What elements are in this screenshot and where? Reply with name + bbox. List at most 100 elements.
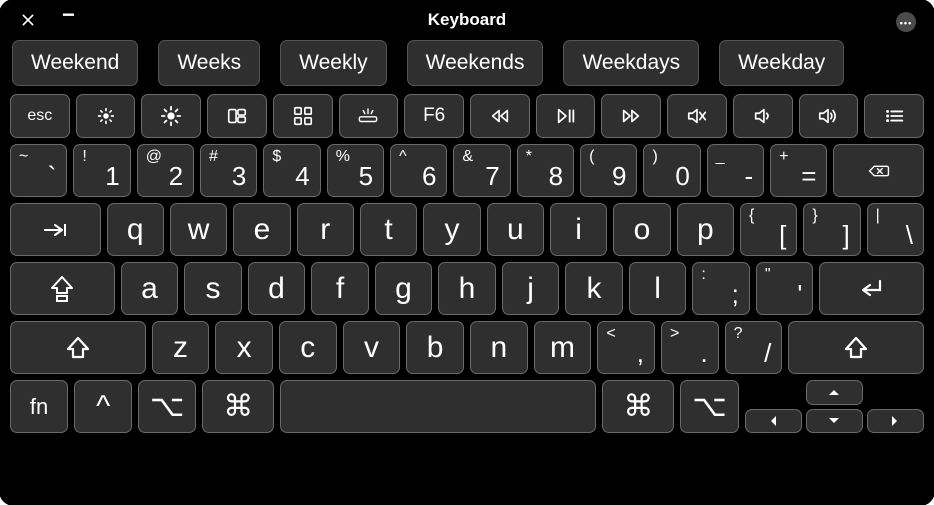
zxcv-row: z x c v b n m <, >. ?/	[10, 321, 924, 374]
shift-icon	[65, 335, 91, 361]
suggestion-item[interactable]: Weekly	[280, 40, 386, 86]
caps-lock-key[interactable]	[10, 262, 115, 315]
qwerty-row: q w e r t y u i o p {[ }] |\	[10, 203, 924, 256]
q-key[interactable]: q	[107, 203, 164, 256]
m-key[interactable]: m	[534, 321, 592, 374]
forward-key[interactable]	[601, 94, 661, 138]
z-key[interactable]: z	[152, 321, 210, 374]
brightness-down-icon	[95, 105, 117, 127]
list-icon	[883, 105, 905, 127]
x-key[interactable]: x	[215, 321, 273, 374]
close-button[interactable]	[20, 12, 36, 28]
f6-key[interactable]: F6	[404, 94, 464, 138]
left-shift-key[interactable]	[10, 321, 146, 374]
left-option-key[interactable]: ⌥	[138, 380, 196, 433]
quote-key[interactable]: "'	[756, 262, 814, 315]
c-key[interactable]: c	[279, 321, 337, 374]
b-key[interactable]: b	[406, 321, 464, 374]
mission-control-key[interactable]	[207, 94, 267, 138]
number-row: ~` !1 @2 #3 $4 %5 ^6 &7 *8 (9 )0 _- +=	[10, 144, 924, 197]
y-key[interactable]: y	[423, 203, 480, 256]
backspace-key[interactable]	[833, 144, 924, 197]
suggestion-item[interactable]: Weekends	[407, 40, 544, 86]
k-key[interactable]: k	[565, 262, 623, 315]
volume-down-key[interactable]	[733, 94, 793, 138]
t-key[interactable]: t	[360, 203, 417, 256]
return-key[interactable]	[819, 262, 924, 315]
9-key[interactable]: (9	[580, 144, 637, 197]
volume-up-key[interactable]	[799, 94, 859, 138]
esc-key[interactable]: esc	[10, 94, 70, 138]
right-shift-key[interactable]	[788, 321, 924, 374]
backslash-key[interactable]: |\	[867, 203, 924, 256]
p-key[interactable]: p	[677, 203, 734, 256]
spacebar-key[interactable]	[280, 380, 596, 433]
semicolon-key[interactable]: :;	[692, 262, 750, 315]
4-key[interactable]: $4	[263, 144, 320, 197]
suggestion-item[interactable]: Weeks	[158, 40, 260, 86]
j-key[interactable]: j	[502, 262, 560, 315]
play-pause-key[interactable]	[536, 94, 596, 138]
r-key[interactable]: r	[297, 203, 354, 256]
right-command-key[interactable]: ⌘	[602, 380, 674, 433]
left-command-key[interactable]: ⌘	[202, 380, 274, 433]
launchpad-icon	[292, 105, 314, 127]
1-key[interactable]: !1	[73, 144, 130, 197]
3-key[interactable]: #3	[200, 144, 257, 197]
6-key[interactable]: ^6	[390, 144, 447, 197]
suggestion-item[interactable]: Weekdays	[563, 40, 699, 86]
mute-key[interactable]	[667, 94, 727, 138]
period-key[interactable]: >.	[661, 321, 719, 374]
right-option-key[interactable]: ⌥	[680, 380, 738, 433]
list-key[interactable]	[864, 94, 924, 138]
arrow-down-key[interactable]	[806, 409, 863, 434]
0-key[interactable]: )0	[643, 144, 700, 197]
f-key[interactable]: f	[311, 262, 369, 315]
o-key[interactable]: o	[613, 203, 670, 256]
brightness-down-key[interactable]	[76, 94, 136, 138]
tilde-key[interactable]: ~`	[10, 144, 67, 197]
h-key[interactable]: h	[438, 262, 496, 315]
window-title: Keyboard	[428, 10, 506, 30]
minimize-button[interactable]: −	[62, 10, 80, 28]
d-key[interactable]: d	[248, 262, 306, 315]
n-key[interactable]: n	[470, 321, 528, 374]
e-key[interactable]: e	[233, 203, 290, 256]
l-key[interactable]: l	[629, 262, 687, 315]
5-key[interactable]: %5	[327, 144, 384, 197]
v-key[interactable]: v	[343, 321, 401, 374]
left-bracket-key[interactable]: {[	[740, 203, 797, 256]
g-key[interactable]: g	[375, 262, 433, 315]
arrow-left-key[interactable]	[745, 409, 802, 434]
slash-key[interactable]: ?/	[725, 321, 783, 374]
fn-key[interactable]: fn	[10, 380, 68, 433]
more-button[interactable]	[896, 12, 916, 32]
a-key[interactable]: a	[121, 262, 179, 315]
2-key[interactable]: @2	[137, 144, 194, 197]
arrow-left-icon	[768, 414, 778, 428]
rewind-key[interactable]	[470, 94, 530, 138]
comma-key[interactable]: <,	[597, 321, 655, 374]
keyboard-backlight-key[interactable]	[339, 94, 399, 138]
mute-icon	[686, 105, 708, 127]
minus-key[interactable]: _-	[707, 144, 764, 197]
suggestion-item[interactable]: Weekend	[12, 40, 138, 86]
w-key[interactable]: w	[170, 203, 227, 256]
equals-key[interactable]: +=	[770, 144, 827, 197]
tab-key[interactable]	[10, 203, 101, 256]
launchpad-key[interactable]	[273, 94, 333, 138]
keyboard-backlight-icon	[357, 105, 379, 127]
i-key[interactable]: i	[550, 203, 607, 256]
right-bracket-key[interactable]: }]	[803, 203, 860, 256]
brightness-up-key[interactable]	[141, 94, 201, 138]
s-key[interactable]: s	[184, 262, 242, 315]
7-key[interactable]: &7	[453, 144, 510, 197]
arrow-right-icon	[890, 414, 900, 428]
arrow-right-key[interactable]	[867, 409, 924, 434]
u-key[interactable]: u	[487, 203, 544, 256]
suggestion-item[interactable]: Weekday	[719, 40, 844, 86]
8-key[interactable]: *8	[517, 144, 574, 197]
control-key[interactable]: ^	[74, 380, 132, 433]
arrow-up-key[interactable]	[806, 380, 863, 405]
arrow-down-icon	[827, 416, 841, 426]
